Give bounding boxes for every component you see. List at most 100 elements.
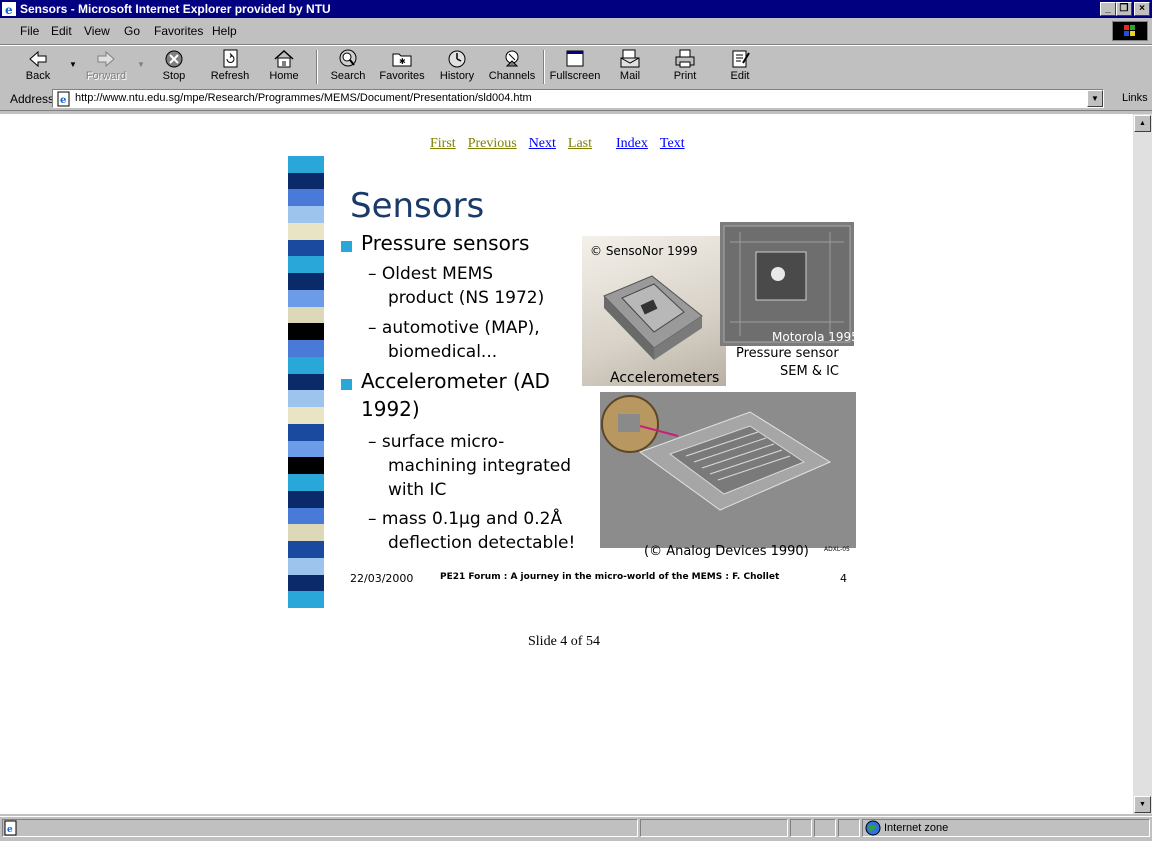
- edit-label: Edit: [730, 70, 750, 82]
- vertical-scrollbar[interactable]: ▲ ▼: [1133, 114, 1152, 814]
- menu-view[interactable]: View: [84, 24, 110, 38]
- sub-mass-2: deflection detectable!: [388, 533, 576, 553]
- menu-edit[interactable]: Edit: [51, 24, 72, 38]
- address-input[interactable]: e http://www.ntu.edu.sg/mpe/Research/Pro…: [52, 89, 1104, 108]
- menu-go[interactable]: Go: [124, 24, 140, 38]
- back-dropdown-icon[interactable]: ▼: [69, 60, 77, 69]
- stripe-segment: [288, 323, 324, 341]
- stripe-segment: [288, 507, 324, 525]
- close-button[interactable]: ×: [1134, 2, 1150, 16]
- caption-motorola: Motorola 1995: [772, 330, 856, 344]
- sub-mass-1: – mass 0.1µg and 0.2Å: [368, 509, 563, 529]
- back-label: Back: [25, 70, 51, 82]
- sub-oldest-2: product (NS 1972): [388, 288, 545, 308]
- bullet-icon: [341, 241, 352, 252]
- history-label: History: [439, 70, 475, 82]
- stripe-segment: [288, 490, 324, 509]
- menu-help[interactable]: Help: [212, 24, 237, 38]
- status-bar: e Internet zone: [0, 816, 1152, 841]
- internet-zone-label: Internet zone: [884, 822, 949, 834]
- caption-analog-devices: (© Analog Devices 1990): [644, 544, 809, 559]
- bullet-icon: [341, 379, 352, 390]
- ie-logo-icon: e: [2, 2, 16, 16]
- sub-surface-1: – surface micro-: [368, 432, 505, 452]
- refresh-label: Refresh: [210, 70, 250, 82]
- sub-surface-3: with IC: [388, 480, 447, 500]
- caption-accelerometers: Accelerometers: [610, 370, 720, 386]
- mail-label: Mail: [619, 70, 641, 82]
- scroll-down-button[interactable]: ▼: [1134, 796, 1151, 813]
- stripe-segment: [288, 524, 324, 542]
- fullscreen-button[interactable]: Fullscreen: [547, 48, 603, 86]
- svg-text:✱: ✱: [399, 57, 406, 66]
- menu-bar: File Edit View Go Favorites Help: [0, 18, 1152, 45]
- status-progress-panel: [640, 819, 788, 837]
- fullscreen-icon: [566, 50, 584, 67]
- slide-footer-text: PE21 Forum : A journey in the micro-worl…: [440, 572, 780, 582]
- slide-footer-number: 4: [840, 572, 847, 585]
- link-next[interactable]: Next: [529, 136, 556, 151]
- channels-button[interactable]: Channels: [484, 48, 540, 86]
- stripe-segment: [288, 356, 324, 375]
- toolbar-separator: [316, 50, 318, 84]
- printer-icon: [675, 49, 695, 68]
- sensonor-accelerometer-photo: [582, 236, 726, 386]
- home-button[interactable]: Home: [256, 48, 312, 86]
- channels-satellite-icon: [505, 50, 519, 67]
- history-icon: [448, 50, 466, 68]
- menu-file[interactable]: File: [20, 24, 39, 38]
- window-title: Sensors - Microsoft Internet Explorer pr…: [20, 2, 331, 16]
- refresh-icon: [223, 49, 238, 68]
- maximize-button[interactable]: ❐: [1116, 2, 1132, 16]
- internet-zone-globe-icon: [865, 820, 881, 836]
- menu-favorites[interactable]: Favorites: [154, 24, 203, 38]
- svg-text:e: e: [60, 95, 66, 106]
- forward-label: Forward: [85, 70, 127, 82]
- status-panel: [838, 819, 860, 837]
- link-last[interactable]: Last: [568, 136, 592, 151]
- forward-button[interactable]: Forward: [78, 48, 134, 86]
- status-text-panel: e: [2, 819, 638, 837]
- print-button[interactable]: Print: [657, 48, 713, 86]
- bullet-accel-1: Accelerometer (AD: [361, 369, 550, 393]
- scroll-up-button[interactable]: ▲: [1134, 115, 1151, 132]
- page-icon: e: [57, 91, 70, 107]
- stripe-segment: [288, 440, 324, 458]
- caption-adxl: ADXL-05: [824, 546, 850, 553]
- edit-page-icon: [732, 50, 750, 68]
- bullet-accel-2: 1992): [361, 397, 420, 421]
- link-previous[interactable]: Previous: [468, 136, 517, 151]
- back-button[interactable]: Back: [10, 48, 66, 86]
- page-status-icon: e: [4, 820, 17, 836]
- link-index[interactable]: Index: [616, 136, 648, 151]
- stop-icon: [165, 50, 183, 68]
- forward-dropdown-icon[interactable]: ▼: [137, 60, 145, 69]
- slide-nav-links: First Previous Next Last Index Text: [430, 136, 697, 152]
- svg-text:e: e: [7, 825, 13, 835]
- stripe-segment: [288, 222, 324, 241]
- search-button[interactable]: Search: [320, 48, 376, 86]
- stripe-segment: [288, 256, 324, 274]
- link-first[interactable]: First: [430, 136, 456, 151]
- stripe-segment: [288, 206, 324, 224]
- address-dropdown-button[interactable]: ▼: [1087, 90, 1103, 107]
- link-text[interactable]: Text: [660, 136, 685, 151]
- home-icon: [274, 49, 294, 68]
- mail-button[interactable]: Mail: [602, 48, 658, 86]
- minimize-button[interactable]: _: [1100, 2, 1116, 16]
- favorites-button[interactable]: ✱ Favorites: [374, 48, 430, 86]
- links-button[interactable]: Links: [1122, 92, 1148, 104]
- stripe-segment: [288, 407, 324, 425]
- stripe-segment: [288, 306, 324, 324]
- stop-button[interactable]: Stop: [146, 48, 202, 86]
- stripe-segment: [288, 574, 324, 592]
- refresh-button[interactable]: Refresh: [202, 48, 258, 86]
- stripe-segment: [288, 340, 324, 358]
- analog-devices-accelerometer-sem: [600, 392, 856, 548]
- edit-button[interactable]: Edit: [712, 48, 768, 86]
- history-button[interactable]: History: [429, 48, 485, 86]
- channels-label: Channels: [488, 70, 536, 82]
- slide-footer-date: 22/03/2000: [350, 572, 414, 585]
- stripe-segment: [288, 390, 324, 408]
- bullet-pressure: Pressure sensors: [361, 231, 530, 255]
